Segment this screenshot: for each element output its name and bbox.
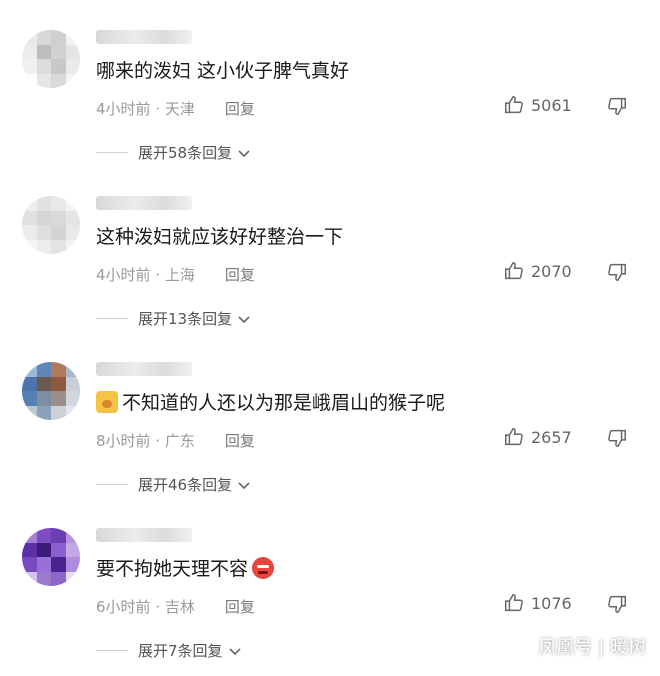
expand-replies-button[interactable]: 展开7条回复 bbox=[96, 640, 243, 661]
comment-meta: 8小时前 · 广东 回复 bbox=[96, 432, 255, 450]
avatar[interactable] bbox=[22, 528, 80, 586]
chevron-down-icon bbox=[238, 149, 250, 157]
comment-time: 6小时前 bbox=[96, 598, 151, 616]
comment-location: 广东 bbox=[164, 432, 195, 450]
chevron-down-icon bbox=[228, 647, 241, 655]
chevron-down-icon bbox=[238, 481, 250, 489]
comment-item: 不知道的人还以为那是峨眉山的猴子呢 8小时前 · 广东 回复 2657 展开46条… bbox=[0, 344, 660, 510]
dislike-button[interactable] bbox=[606, 427, 628, 453]
comment-item: 这种泼妇就应该好好整治一下 4小时前 · 上海 回复 2070 展开13条回复 bbox=[0, 178, 660, 344]
reply-button[interactable]: 回复 bbox=[225, 432, 255, 450]
reply-button[interactable]: 回复 bbox=[225, 598, 255, 616]
angry-face-emoji-icon bbox=[252, 556, 275, 579]
comment-time: 8小时前 bbox=[96, 432, 151, 450]
comment-text: 哪来的泼妇 这小伙子脾气真好 bbox=[96, 60, 350, 82]
thumb-up-icon bbox=[505, 594, 523, 612]
thumb-up-icon bbox=[505, 262, 523, 280]
watermark: 凤凰号 | 暖树 bbox=[538, 637, 646, 658]
avatar[interactable] bbox=[22, 196, 80, 254]
comment-text: 这种泼妇就应该好好整治一下 bbox=[96, 226, 344, 248]
like-count: 2657 bbox=[531, 427, 572, 447]
expand-replies-label: 展开13条回复 bbox=[138, 310, 233, 328]
divider-line bbox=[96, 318, 128, 319]
username-blurred[interactable] bbox=[96, 528, 192, 542]
expand-replies-label: 展开58条回复 bbox=[138, 144, 233, 162]
like-count: 2070 bbox=[531, 261, 572, 281]
username-blurred[interactable] bbox=[96, 30, 192, 44]
comment-time: 4小时前 bbox=[96, 266, 151, 284]
divider-line bbox=[96, 152, 128, 153]
dislike-button[interactable] bbox=[606, 95, 628, 121]
thumb-down-icon bbox=[608, 429, 626, 447]
like-count: 5061 bbox=[531, 95, 572, 115]
expand-replies-label: 展开46条回复 bbox=[138, 476, 233, 494]
divider-line bbox=[96, 484, 128, 485]
dislike-button[interactable] bbox=[606, 593, 628, 619]
comment-meta: 4小时前 · 天津 回复 bbox=[96, 100, 255, 118]
expand-replies-button[interactable]: 展开13条回复 bbox=[96, 308, 252, 329]
reply-button[interactable]: 回复 bbox=[225, 266, 255, 284]
like-count: 1076 bbox=[531, 593, 572, 613]
username-blurred[interactable] bbox=[96, 196, 192, 210]
expand-replies-button[interactable]: 展开46条回复 bbox=[96, 474, 252, 495]
username-blurred[interactable] bbox=[96, 362, 192, 376]
thumb-down-icon bbox=[608, 97, 626, 115]
divider-line bbox=[96, 650, 128, 651]
expand-replies-button[interactable]: 展开58条回复 bbox=[96, 142, 252, 163]
comment-location: 天津 bbox=[164, 100, 195, 118]
thumb-down-icon bbox=[608, 595, 626, 613]
like-button[interactable]: 2657 bbox=[503, 426, 572, 448]
thumb-down-icon bbox=[608, 263, 626, 281]
comment-text: 不知道的人还以为那是峨眉山的猴子呢 bbox=[96, 388, 445, 415]
comment-time: 4小时前 bbox=[96, 100, 151, 118]
comment-location: 吉林 bbox=[164, 598, 195, 616]
like-button[interactable]: 5061 bbox=[503, 94, 572, 116]
avatar[interactable] bbox=[22, 30, 80, 88]
reply-button[interactable]: 回复 bbox=[225, 100, 255, 118]
pikachu-emoji-icon bbox=[96, 390, 118, 413]
comment-item: 哪来的泼妇 这小伙子脾气真好 4小时前 · 天津 回复 5061 展开58条回复 bbox=[0, 12, 660, 178]
like-button[interactable]: 2070 bbox=[503, 260, 572, 282]
comment-meta: 4小时前 · 上海 回复 bbox=[96, 266, 255, 284]
comment-location: 上海 bbox=[164, 266, 195, 284]
thumb-up-icon bbox=[505, 96, 523, 114]
like-button[interactable]: 1076 bbox=[503, 592, 572, 614]
expand-replies-label: 展开7条回复 bbox=[138, 642, 223, 660]
dislike-button[interactable] bbox=[606, 261, 628, 287]
avatar[interactable] bbox=[22, 362, 80, 420]
thumb-up-icon bbox=[505, 428, 523, 446]
chevron-down-icon bbox=[238, 315, 250, 323]
comment-meta: 6小时前 · 吉林 回复 bbox=[96, 598, 255, 616]
comment-text: 要不拘她天理不容 bbox=[96, 554, 275, 581]
